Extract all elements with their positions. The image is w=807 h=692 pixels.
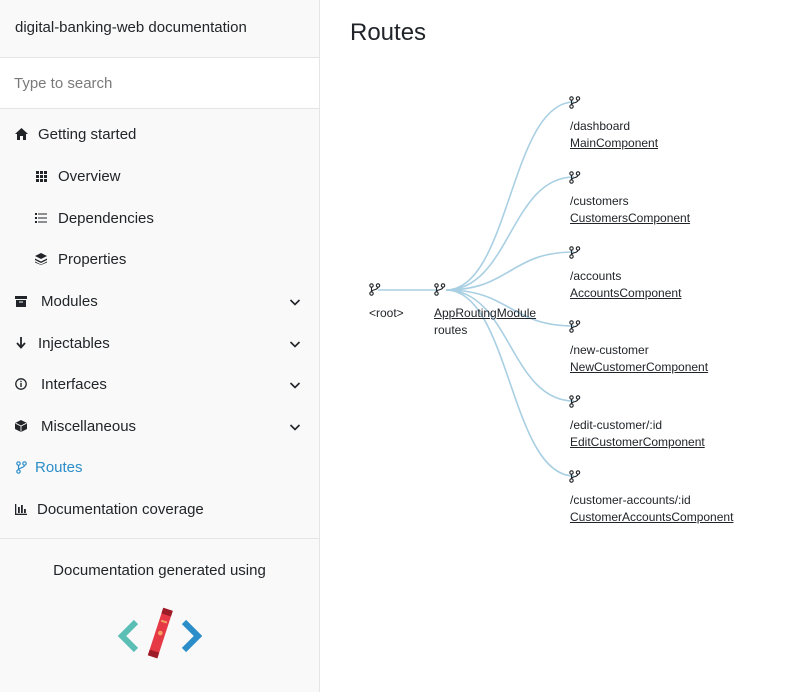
nav-label: Injectables — [38, 334, 110, 352]
arrow-down-icon — [14, 336, 28, 350]
chevron-down-icon[interactable] — [289, 337, 301, 349]
nav-label: Documentation coverage — [37, 500, 204, 518]
nav-label: Overview — [58, 167, 121, 185]
nav-dependencies[interactable]: Dependencies — [0, 198, 319, 238]
info-icon — [14, 377, 28, 391]
root-node-label: <root> — [369, 306, 404, 320]
divider — [0, 538, 319, 539]
archive-icon — [14, 294, 28, 308]
route-path: /customer-accounts/:id — [570, 493, 691, 507]
branch-icon — [569, 470, 581, 483]
branch-icon — [569, 320, 581, 333]
module-link[interactable]: AppRoutingModule — [434, 305, 536, 322]
route-path: /dashboard — [570, 119, 631, 133]
nav-label: Getting started — [38, 125, 137, 143]
nav-overview[interactable]: Overview — [0, 156, 319, 196]
route-path: /accounts — [570, 269, 622, 283]
nav-properties[interactable]: Properties — [0, 239, 319, 279]
chevron-down-icon[interactable] — [289, 295, 301, 307]
chevron-down-icon[interactable] — [289, 378, 301, 390]
route-component-link[interactable]: CustomerAccountsComponent — [570, 509, 733, 526]
nav-interfaces[interactable]: Interfaces — [0, 364, 319, 404]
generated-label: Documentation generated using — [53, 562, 266, 579]
compodoc-logo[interactable] — [117, 606, 203, 666]
nav-modules[interactable]: Modules — [0, 281, 319, 321]
route-component-link[interactable]: CustomersComponent — [570, 210, 690, 227]
branch-icon — [569, 171, 581, 184]
chevron-down-icon[interactable] — [289, 420, 301, 432]
nav-label: Interfaces — [41, 375, 107, 393]
main-content: Routes <root> AppRoutingModule routes /d… — [320, 0, 807, 692]
route-path: /new-customer — [570, 343, 649, 357]
route-path: /customers — [570, 194, 629, 208]
layers-icon — [34, 252, 48, 266]
cube-icon — [14, 419, 28, 433]
nav-documentation-coverage[interactable]: Documentation coverage — [0, 489, 319, 529]
branch-icon — [569, 246, 581, 259]
routes-graph-links — [378, 101, 575, 477]
sidebar: digital-banking-web documentation Gettin… — [0, 0, 320, 692]
search-box[interactable] — [0, 58, 319, 109]
nav-label: Routes — [35, 458, 83, 476]
route-component-link[interactable]: EditCustomerComponent — [570, 434, 705, 451]
route-component-link[interactable]: AccountsComponent — [570, 285, 681, 302]
nav-label: Modules — [41, 292, 98, 310]
routes-graph[interactable]: <root> AppRoutingModule routes /dashboar… — [320, 0, 807, 692]
nav-miscellaneous[interactable]: Miscellaneous — [0, 406, 319, 446]
nav-label: Miscellaneous — [41, 417, 137, 435]
bar-chart-icon — [14, 502, 28, 516]
nav-label: Properties — [58, 250, 127, 268]
route-component-link[interactable]: NewCustomerComponent — [570, 359, 708, 376]
search-input[interactable] — [0, 58, 319, 108]
route-component-link[interactable]: MainComponent — [570, 135, 658, 152]
nav-getting-started[interactable]: Getting started — [0, 114, 319, 154]
branch-icon — [369, 283, 381, 296]
list-icon — [34, 211, 48, 225]
nav-injectables[interactable]: Injectables — [0, 323, 319, 363]
grid-icon — [34, 169, 48, 183]
branch-icon — [434, 283, 446, 296]
module-sublabel: routes — [434, 323, 468, 337]
home-icon — [14, 127, 28, 141]
route-link-curve — [445, 101, 575, 291]
branch-icon — [569, 395, 581, 408]
branch-icon — [569, 96, 581, 109]
nav-label: Dependencies — [58, 209, 154, 227]
project-title[interactable]: digital-banking-web documentation — [0, 0, 319, 58]
nav-routes[interactable]: Routes — [0, 447, 319, 487]
branch-icon — [14, 460, 28, 474]
route-path: /edit-customer/:id — [570, 418, 663, 432]
